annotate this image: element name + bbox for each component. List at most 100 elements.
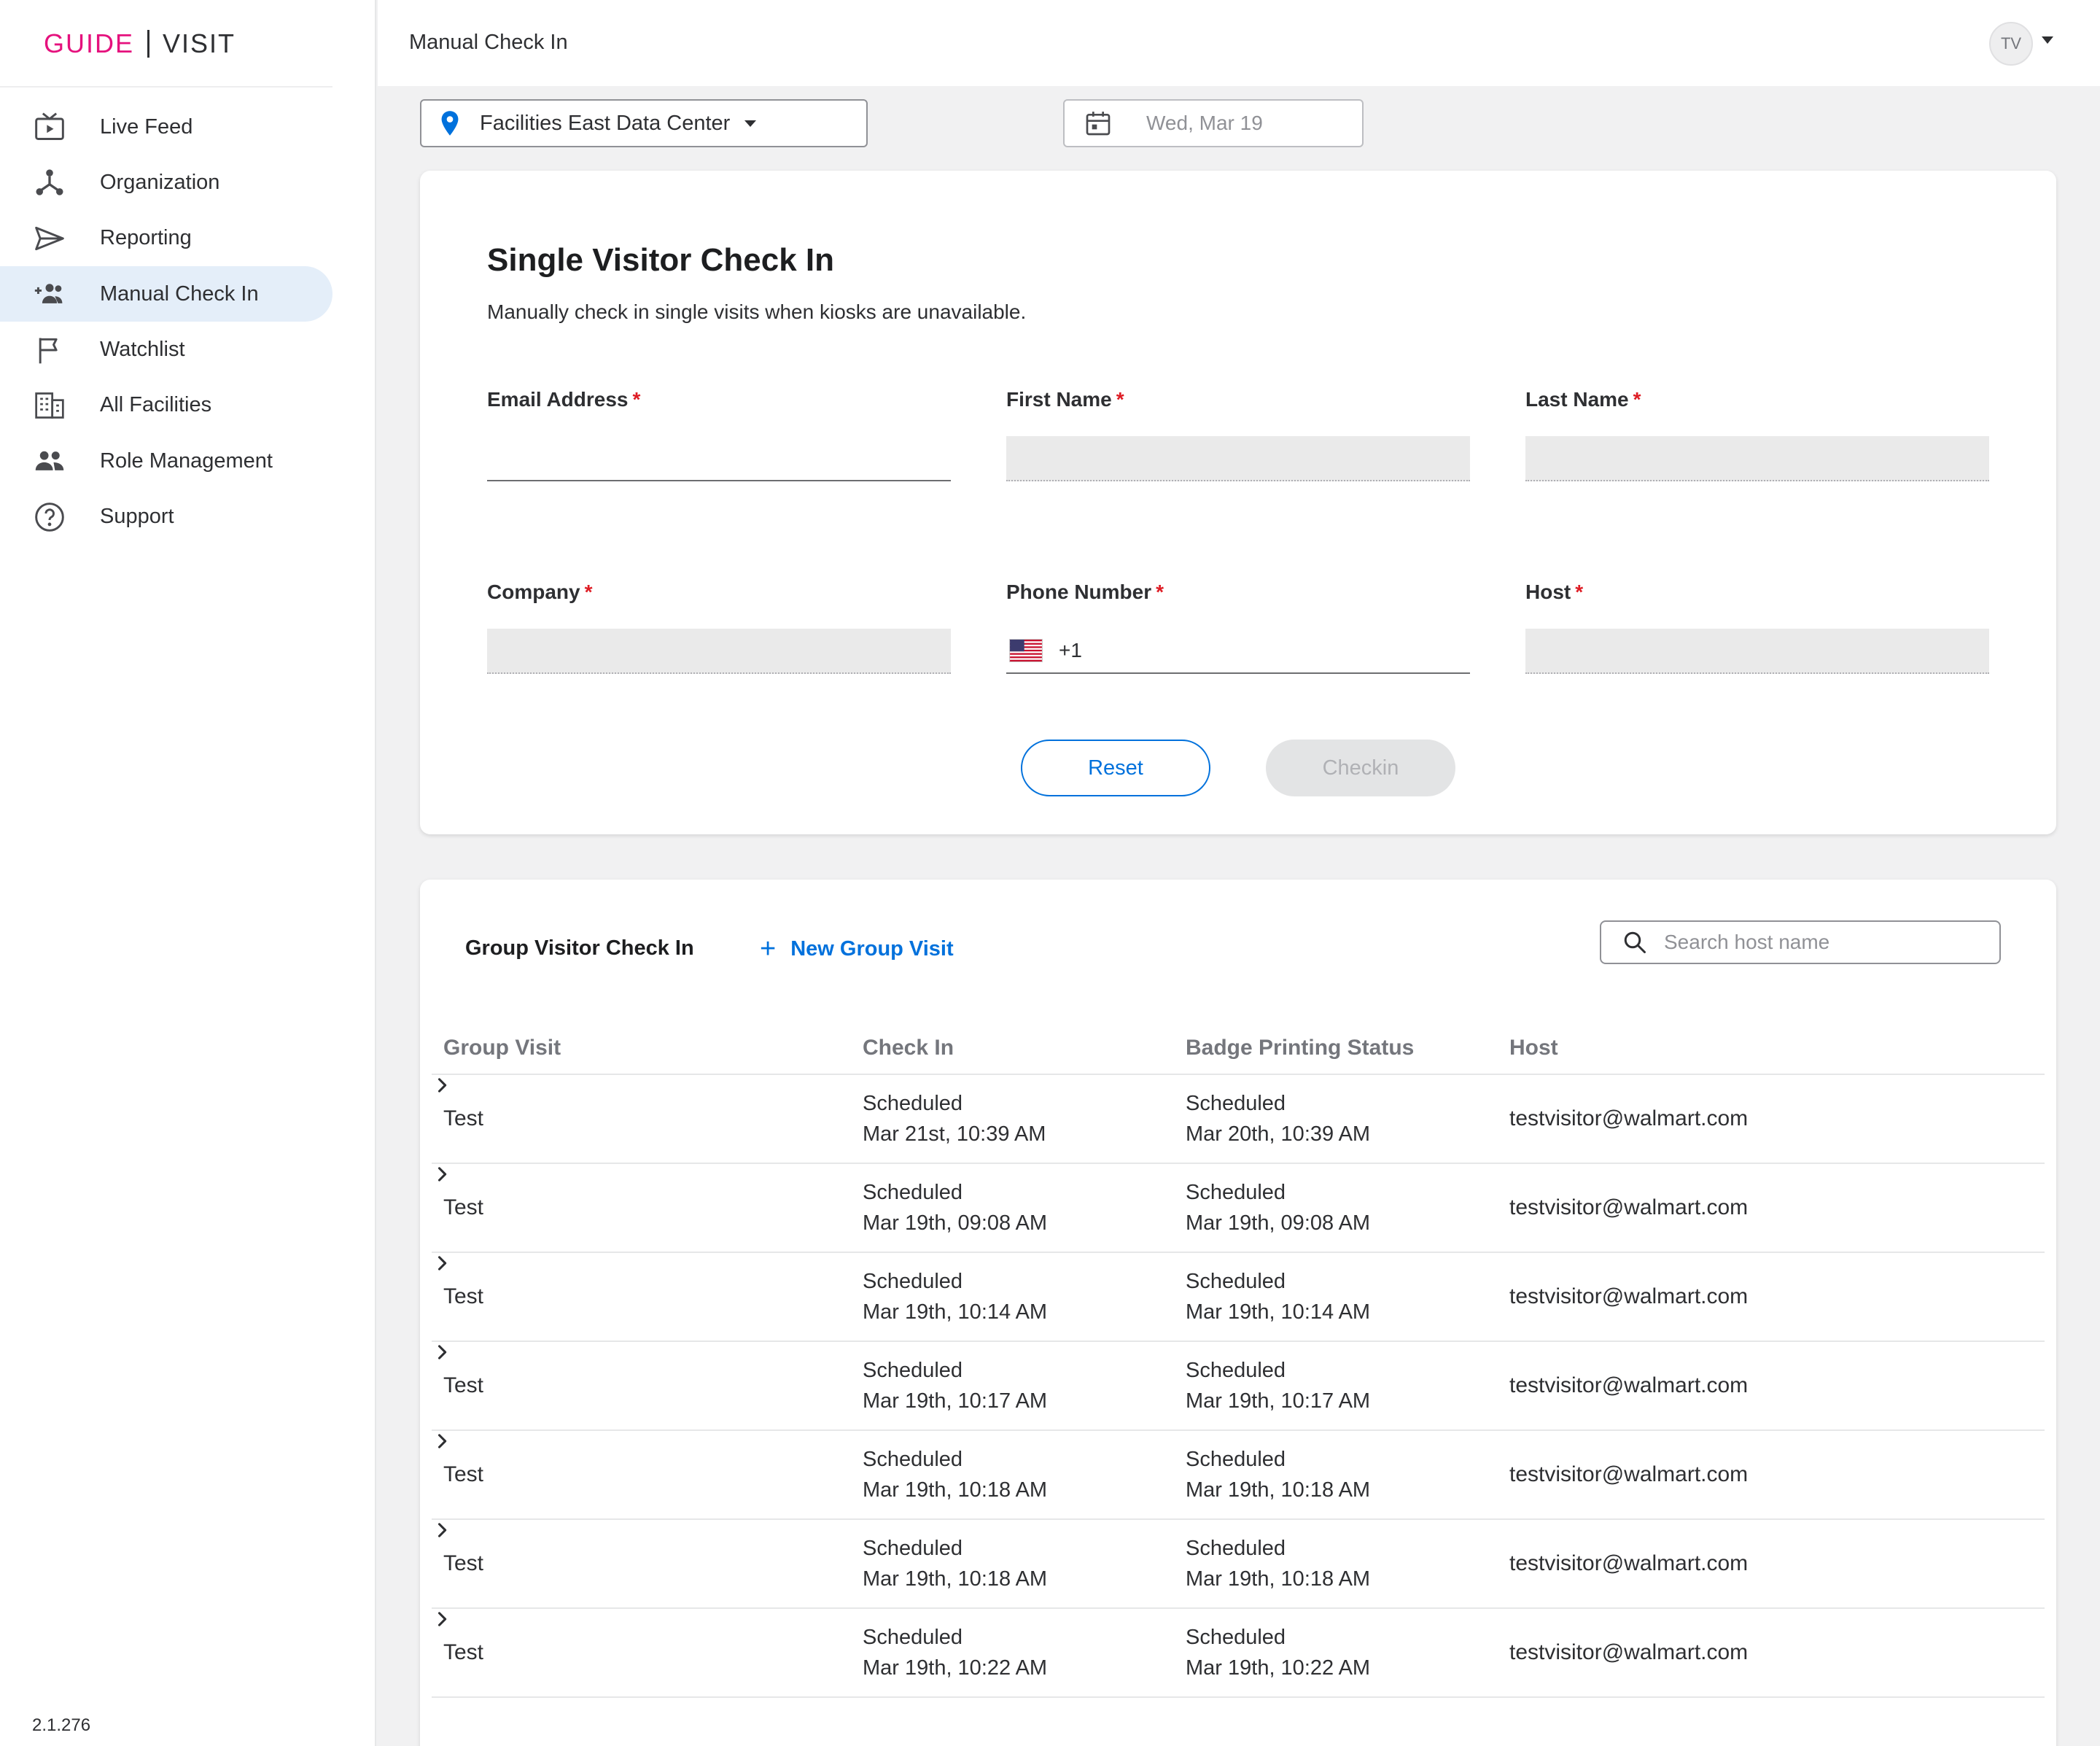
table-row[interactable]: Test Scheduled Mar 19th, 10:14 AM Scheduled… [432, 1253, 2045, 1342]
badge-time: Mar 19th, 10:22 AM [1186, 1656, 1371, 1680]
check-in-status: Scheduled [863, 1270, 963, 1293]
chevron-right-icon[interactable] [432, 1164, 452, 1184]
email-input[interactable] [487, 436, 951, 481]
check-in-status: Scheduled [863, 1626, 963, 1649]
date-picker[interactable]: Wed, Mar 19 [1063, 99, 1364, 147]
company-input[interactable] [487, 629, 951, 674]
sidebar-item-role-management[interactable]: Role Management [0, 433, 332, 489]
check-in-time: Mar 19th, 10:22 AM [863, 1656, 1048, 1680]
group-visit-name: Test [443, 1373, 484, 1397]
logo-separator [147, 30, 150, 58]
sidebar-item-organization[interactable]: Organization [0, 155, 332, 210]
facility-select[interactable]: Facilities East Data Center [420, 99, 868, 147]
badge-status: Scheduled [1186, 1359, 1286, 1382]
badge-status: Scheduled [1186, 1626, 1286, 1649]
badge-time: Mar 19th, 10:18 AM [1186, 1478, 1371, 1502]
host-input[interactable] [1525, 629, 1989, 674]
badge-status: Scheduled [1186, 1181, 1286, 1204]
table-row[interactable]: Test Scheduled Mar 21st, 10:39 AM Scheduled… [432, 1075, 2045, 1164]
badge-status-cell: Scheduled Mar 19th, 10:14 AM [1186, 1266, 1370, 1327]
last-name-input[interactable] [1525, 436, 1989, 481]
badge-status-cell: Scheduled Mar 19th, 09:08 AM [1186, 1177, 1370, 1238]
chevron-right-icon[interactable] [432, 1075, 452, 1095]
new-group-visit-label: New Group Visit [790, 936, 954, 961]
group-visit-name: Test [443, 1551, 484, 1575]
column-header-host[interactable]: Host [1509, 1036, 1558, 1060]
group-visitor-heading: Group Visitor Check In [465, 936, 694, 960]
host-email: testvisitor@walmart.com [1509, 1551, 1749, 1575]
people-icon [32, 443, 67, 478]
sidebar-item-label: Support [100, 505, 174, 529]
organization-icon [32, 165, 67, 200]
host-email: testvisitor@walmart.com [1509, 1284, 1749, 1308]
table-row[interactable]: Test Scheduled Mar 19th, 10:18 AM Scheduled… [432, 1431, 2045, 1520]
badge-status-cell: Scheduled Mar 20th, 10:39 AM [1186, 1088, 1370, 1149]
single-visitor-heading: Single Visitor Check In [487, 242, 834, 278]
sidebar-item-live-feed[interactable]: Live Feed [0, 99, 332, 155]
badge-status-cell: Scheduled Mar 19th, 10:17 AM [1186, 1355, 1370, 1416]
sidebar-item-manual-check-in[interactable]: Manual Check In [0, 266, 332, 322]
chevron-right-icon[interactable] [432, 1520, 452, 1540]
first-name-input[interactable] [1006, 436, 1470, 481]
check-in-time: Mar 19th, 10:14 AM [863, 1300, 1048, 1324]
location-pin-icon [441, 111, 459, 136]
badge-status: Scheduled [1186, 1270, 1286, 1293]
sidebar-item-label: Organization [100, 170, 220, 194]
sidebar: GUIDE VISIT Live Feed Organization Repor… [0, 0, 376, 1746]
sidebar-item-label: Watchlist [100, 338, 185, 362]
us-flag-icon[interactable] [1009, 639, 1043, 662]
badge-time: Mar 19th, 09:08 AM [1186, 1211, 1371, 1235]
sidebar-item-all-facilities[interactable]: All Facilities [0, 378, 332, 433]
add-people-icon [32, 276, 67, 311]
host-label: Host [1525, 581, 1571, 603]
user-avatar[interactable]: TV [1989, 22, 2033, 66]
sidebar-divider [0, 86, 332, 88]
check-in-cell: Scheduled Mar 21st, 10:39 AM [863, 1088, 1046, 1149]
column-header-group-visit[interactable]: Group Visit [443, 1036, 561, 1060]
building-icon [32, 388, 67, 423]
last-name-field: Last Name * [1525, 388, 1989, 481]
email-field: Email Address * [487, 388, 951, 481]
calendar-icon [1086, 112, 1111, 136]
check-in-status: Scheduled [863, 1181, 963, 1204]
required-mark: * [1575, 581, 1584, 603]
logo-guide: GUIDE [44, 28, 135, 58]
phone-field: Phone Number * +1 [1006, 581, 1470, 674]
required-mark: * [584, 581, 593, 603]
table-row[interactable]: Test Scheduled Mar 19th, 10:22 AM Scheduled… [432, 1609, 2045, 1698]
chevron-down-icon[interactable] [2042, 36, 2053, 44]
badge-status-cell: Scheduled Mar 19th, 10:22 AM [1186, 1622, 1370, 1683]
new-group-visit-button[interactable]: + New Group Visit [760, 935, 954, 963]
flag-icon [32, 333, 67, 368]
sidebar-nav: Live Feed Organization Reporting Manual … [0, 99, 332, 545]
table-row[interactable]: Test Scheduled Mar 19th, 10:18 AM Scheduled… [432, 1520, 2045, 1609]
check-in-cell: Scheduled Mar 19th, 10:18 AM [863, 1444, 1047, 1505]
chevron-right-icon[interactable] [432, 1342, 452, 1362]
table-header: Group Visit Check In Badge Printing Stat… [432, 1023, 2045, 1075]
badge-status-cell: Scheduled Mar 19th, 10:18 AM [1186, 1444, 1370, 1505]
required-mark: * [1156, 581, 1164, 603]
chevron-right-icon[interactable] [432, 1253, 452, 1273]
chevron-right-icon[interactable] [432, 1431, 452, 1451]
phone-input[interactable]: +1 [1006, 629, 1470, 674]
search-input[interactable] [1664, 931, 1985, 954]
check-in-cell: Scheduled Mar 19th, 10:18 AM [863, 1533, 1047, 1594]
sidebar-item-support[interactable]: Support [0, 489, 332, 545]
sidebar-item-watchlist[interactable]: Watchlist [0, 322, 332, 378]
host-email: testvisitor@walmart.com [1509, 1195, 1749, 1219]
required-mark: * [1116, 388, 1124, 411]
app-logo[interactable]: GUIDE VISIT [44, 26, 236, 61]
sidebar-item-reporting[interactable]: Reporting [0, 211, 332, 266]
reset-button[interactable]: Reset [1021, 740, 1210, 796]
live-feed-icon [32, 109, 67, 144]
table-row[interactable]: Test Scheduled Mar 19th, 10:17 AM Scheduled… [432, 1342, 2045, 1431]
checkin-button[interactable]: Checkin [1266, 740, 1455, 796]
chevron-right-icon[interactable] [432, 1609, 452, 1629]
column-header-check-in[interactable]: Check In [863, 1036, 954, 1060]
table-row[interactable]: Test Scheduled Mar 19th, 09:08 AM Scheduled… [432, 1164, 2045, 1253]
badge-time: Mar 19th, 10:18 AM [1186, 1567, 1371, 1591]
phone-label: Phone Number [1006, 581, 1152, 603]
column-header-badge-status[interactable]: Badge Printing Status [1186, 1036, 1414, 1060]
check-in-cell: Scheduled Mar 19th, 10:17 AM [863, 1355, 1047, 1416]
check-in-cell: Scheduled Mar 19th, 10:22 AM [863, 1622, 1047, 1683]
